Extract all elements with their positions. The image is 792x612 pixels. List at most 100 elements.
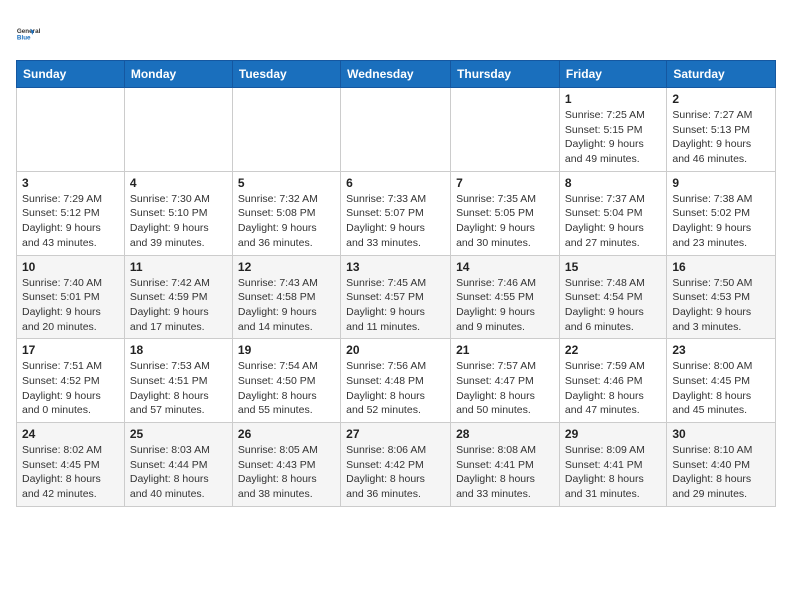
day-cell: 9 Sunrise: 7:38 AM Sunset: 5:02 PM Daylig… <box>667 171 776 255</box>
day-cell: 27 Sunrise: 8:06 AM Sunset: 4:42 PM Dayli… <box>341 423 451 507</box>
day-info: Sunrise: 7:53 AM Sunset: 4:51 PM Dayligh… <box>130 359 227 418</box>
day-info: Sunrise: 7:30 AM Sunset: 5:10 PM Dayligh… <box>130 192 227 251</box>
weekday-header-tuesday: Tuesday <box>232 61 340 88</box>
weekday-header-friday: Friday <box>559 61 666 88</box>
day-info: Sunrise: 7:38 AM Sunset: 5:02 PM Dayligh… <box>672 192 770 251</box>
day-number: 21 <box>456 343 554 357</box>
svg-text:Blue: Blue <box>17 34 31 41</box>
day-info: Sunrise: 8:06 AM Sunset: 4:42 PM Dayligh… <box>346 443 445 502</box>
day-number: 30 <box>672 427 770 441</box>
day-info: Sunrise: 7:48 AM Sunset: 4:54 PM Dayligh… <box>565 276 661 335</box>
weekday-header-monday: Monday <box>124 61 232 88</box>
day-info: Sunrise: 7:51 AM Sunset: 4:52 PM Dayligh… <box>22 359 119 418</box>
day-cell: 5 Sunrise: 7:32 AM Sunset: 5:08 PM Daylig… <box>232 171 340 255</box>
day-number: 1 <box>565 92 661 106</box>
day-number: 27 <box>346 427 445 441</box>
day-info: Sunrise: 8:05 AM Sunset: 4:43 PM Dayligh… <box>238 443 335 502</box>
day-number: 3 <box>22 176 119 190</box>
day-info: Sunrise: 7:25 AM Sunset: 5:15 PM Dayligh… <box>565 108 661 167</box>
day-cell: 8 Sunrise: 7:37 AM Sunset: 5:04 PM Daylig… <box>559 171 666 255</box>
day-cell <box>17 88 125 172</box>
day-cell: 25 Sunrise: 8:03 AM Sunset: 4:44 PM Dayli… <box>124 423 232 507</box>
day-number: 2 <box>672 92 770 106</box>
day-number: 26 <box>238 427 335 441</box>
day-number: 20 <box>346 343 445 357</box>
day-number: 29 <box>565 427 661 441</box>
day-cell: 29 Sunrise: 8:09 AM Sunset: 4:41 PM Dayli… <box>559 423 666 507</box>
day-info: Sunrise: 7:46 AM Sunset: 4:55 PM Dayligh… <box>456 276 554 335</box>
day-cell: 4 Sunrise: 7:30 AM Sunset: 5:10 PM Daylig… <box>124 171 232 255</box>
weekday-header-wednesday: Wednesday <box>341 61 451 88</box>
day-info: Sunrise: 7:54 AM Sunset: 4:50 PM Dayligh… <box>238 359 335 418</box>
day-cell: 12 Sunrise: 7:43 AM Sunset: 4:58 PM Dayli… <box>232 255 340 339</box>
day-number: 22 <box>565 343 661 357</box>
day-number: 10 <box>22 260 119 274</box>
day-cell: 1 Sunrise: 7:25 AM Sunset: 5:15 PM Daylig… <box>559 88 666 172</box>
day-info: Sunrise: 7:33 AM Sunset: 5:07 PM Dayligh… <box>346 192 445 251</box>
day-cell <box>341 88 451 172</box>
day-info: Sunrise: 7:29 AM Sunset: 5:12 PM Dayligh… <box>22 192 119 251</box>
day-number: 8 <box>565 176 661 190</box>
day-number: 19 <box>238 343 335 357</box>
day-info: Sunrise: 8:09 AM Sunset: 4:41 PM Dayligh… <box>565 443 661 502</box>
week-row-3: 10 Sunrise: 7:40 AM Sunset: 5:01 PM Dayli… <box>17 255 776 339</box>
day-info: Sunrise: 7:40 AM Sunset: 5:01 PM Dayligh… <box>22 276 119 335</box>
day-info: Sunrise: 7:59 AM Sunset: 4:46 PM Dayligh… <box>565 359 661 418</box>
calendar: SundayMondayTuesdayWednesdayThursdayFrid… <box>16 60 776 507</box>
day-number: 9 <box>672 176 770 190</box>
day-number: 13 <box>346 260 445 274</box>
day-info: Sunrise: 7:50 AM Sunset: 4:53 PM Dayligh… <box>672 276 770 335</box>
day-info: Sunrise: 7:37 AM Sunset: 5:04 PM Dayligh… <box>565 192 661 251</box>
day-cell: 21 Sunrise: 7:57 AM Sunset: 4:47 PM Dayli… <box>451 339 560 423</box>
day-info: Sunrise: 8:02 AM Sunset: 4:45 PM Dayligh… <box>22 443 119 502</box>
day-cell <box>451 88 560 172</box>
day-cell: 3 Sunrise: 7:29 AM Sunset: 5:12 PM Daylig… <box>17 171 125 255</box>
day-number: 28 <box>456 427 554 441</box>
day-cell: 13 Sunrise: 7:45 AM Sunset: 4:57 PM Dayli… <box>341 255 451 339</box>
day-number: 7 <box>456 176 554 190</box>
logo: General Blue <box>16 16 52 52</box>
week-row-5: 24 Sunrise: 8:02 AM Sunset: 4:45 PM Dayli… <box>17 423 776 507</box>
day-cell: 7 Sunrise: 7:35 AM Sunset: 5:05 PM Daylig… <box>451 171 560 255</box>
day-number: 25 <box>130 427 227 441</box>
week-row-4: 17 Sunrise: 7:51 AM Sunset: 4:52 PM Dayli… <box>17 339 776 423</box>
logo-icon: General Blue <box>16 16 52 52</box>
day-number: 16 <box>672 260 770 274</box>
day-cell: 24 Sunrise: 8:02 AM Sunset: 4:45 PM Dayli… <box>17 423 125 507</box>
day-number: 23 <box>672 343 770 357</box>
day-cell: 10 Sunrise: 7:40 AM Sunset: 5:01 PM Dayli… <box>17 255 125 339</box>
day-number: 18 <box>130 343 227 357</box>
day-cell: 18 Sunrise: 7:53 AM Sunset: 4:51 PM Dayli… <box>124 339 232 423</box>
day-info: Sunrise: 7:35 AM Sunset: 5:05 PM Dayligh… <box>456 192 554 251</box>
day-number: 24 <box>22 427 119 441</box>
day-number: 5 <box>238 176 335 190</box>
day-info: Sunrise: 7:45 AM Sunset: 4:57 PM Dayligh… <box>346 276 445 335</box>
day-cell: 16 Sunrise: 7:50 AM Sunset: 4:53 PM Dayli… <box>667 255 776 339</box>
day-cell: 28 Sunrise: 8:08 AM Sunset: 4:41 PM Dayli… <box>451 423 560 507</box>
day-cell <box>232 88 340 172</box>
day-number: 14 <box>456 260 554 274</box>
day-info: Sunrise: 8:08 AM Sunset: 4:41 PM Dayligh… <box>456 443 554 502</box>
day-cell: 23 Sunrise: 8:00 AM Sunset: 4:45 PM Dayli… <box>667 339 776 423</box>
day-cell: 2Sunrise: 7:27 AM Sunset: 5:13 PM Daylig… <box>667 88 776 172</box>
day-number: 17 <box>22 343 119 357</box>
week-row-2: 3 Sunrise: 7:29 AM Sunset: 5:12 PM Daylig… <box>17 171 776 255</box>
day-cell: 26 Sunrise: 8:05 AM Sunset: 4:43 PM Dayli… <box>232 423 340 507</box>
day-info: Sunrise: 7:56 AM Sunset: 4:48 PM Dayligh… <box>346 359 445 418</box>
day-cell: 11Sunrise: 7:42 AM Sunset: 4:59 PM Dayli… <box>124 255 232 339</box>
day-info: Sunrise: 7:43 AM Sunset: 4:58 PM Dayligh… <box>238 276 335 335</box>
day-info: Sunrise: 7:57 AM Sunset: 4:47 PM Dayligh… <box>456 359 554 418</box>
day-cell: 6Sunrise: 7:33 AM Sunset: 5:07 PM Daylig… <box>341 171 451 255</box>
day-cell: 30 Sunrise: 8:10 AM Sunset: 4:40 PM Dayli… <box>667 423 776 507</box>
day-number: 12 <box>238 260 335 274</box>
day-info: Sunrise: 7:32 AM Sunset: 5:08 PM Dayligh… <box>238 192 335 251</box>
day-number: 4 <box>130 176 227 190</box>
weekday-header-thursday: Thursday <box>451 61 560 88</box>
week-row-1: 1 Sunrise: 7:25 AM Sunset: 5:15 PM Daylig… <box>17 88 776 172</box>
day-info: Sunrise: 8:00 AM Sunset: 4:45 PM Dayligh… <box>672 359 770 418</box>
day-info: Sunrise: 8:03 AM Sunset: 4:44 PM Dayligh… <box>130 443 227 502</box>
day-info: Sunrise: 8:10 AM Sunset: 4:40 PM Dayligh… <box>672 443 770 502</box>
day-cell: 22 Sunrise: 7:59 AM Sunset: 4:46 PM Dayli… <box>559 339 666 423</box>
day-cell: 15Sunrise: 7:48 AM Sunset: 4:54 PM Dayli… <box>559 255 666 339</box>
day-number: 11 <box>130 260 227 274</box>
